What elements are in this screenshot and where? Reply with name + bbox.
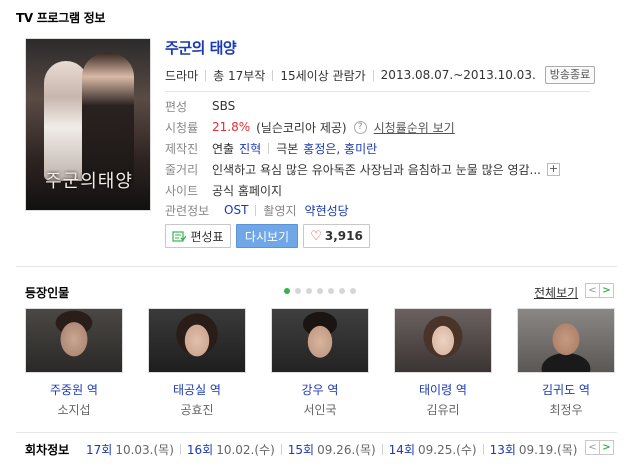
cast-section-title: 등장인물 [25,286,70,300]
row-related: 관련정보 OST 촬영지 약현성당 [165,202,349,219]
carousel-dot[interactable] [306,288,312,294]
carousel-dot[interactable] [295,288,301,294]
episode-link[interactable]: 17회 [86,441,112,458]
row-broadcaster: 편성 SBS [165,99,236,114]
actor-photo[interactable] [148,308,246,373]
expand-synopsis-button[interactable]: + [547,162,561,176]
program-meta: 드라마 총 17부작 15세이상 관람가 2013.08.07.~2013.10… [165,66,596,84]
help-icon[interactable]: ? [353,120,367,134]
section-title: TV 프로그램 정보 [16,11,106,25]
cast-pager: < > [585,283,614,298]
episode-pager: < > [585,440,614,455]
ost-link[interactable]: OST [224,203,248,217]
viewership-source: (닐슨코리아 제공) [256,120,347,135]
schedule-icon [172,231,187,242]
carousel-dot[interactable] [350,288,356,294]
episode-link[interactable]: 13회 [490,441,516,458]
location-link[interactable]: 약현성당 [305,202,349,219]
like-count: 3,916 [324,229,363,243]
episode-link[interactable]: 14회 [389,441,415,458]
actor-photo[interactable] [394,308,492,373]
view-all-cast-link[interactable]: 전체보기 [534,284,578,301]
actor-photo[interactable] [271,308,369,373]
divider [16,266,617,267]
divider [16,432,617,433]
carousel-dot[interactable] [317,288,323,294]
official-site-link[interactable]: 공식 홈페이지 [212,182,282,199]
row-production: 제작진 연출 진혁 극본 홍정은, 홍미란 [165,140,378,157]
actor-photo[interactable] [517,308,615,373]
episode-link[interactable]: 15회 [288,441,314,458]
cast-card[interactable]: 태공실 역 공효진 [148,308,246,418]
carousel-dot-active[interactable] [284,288,290,294]
episode-link[interactable]: 16회 [187,441,213,458]
broadcast-period: 2013.08.07.~2013.10.03. [380,68,536,82]
status-badge: 방송종료 [544,66,596,84]
viewership-rank-link[interactable]: 시청률순위 보기 [374,119,455,136]
age-rating: 15세이상 관람가 [280,68,366,83]
row-synopsis: 줄거리 인색하고 욕심 많은 유아독존 사장님과 음침하고 눈물 많은 영감..… [165,161,561,177]
cast-card[interactable]: 김귀도 역 최정우 [517,308,615,418]
cast-card[interactable]: 강우 역 서인국 [271,308,369,418]
episode-section-title: 회차정보 [25,443,70,457]
synopsis-text: 인색하고 욕심 많은 유아독존 사장님과 음침하고 눈물 많은 영감... [212,162,542,177]
replay-button[interactable]: 다시보기 [236,224,298,248]
divider [165,91,590,92]
program-title[interactable]: 주군의 태양 [165,37,237,58]
poster-title-art: 주군의태양 [45,171,133,192]
row-viewership: 시청률 21.8% (닐슨코리아 제공) ? 시청률순위 보기 [165,119,455,136]
carousel-dots [284,288,356,294]
carousel-dot[interactable] [328,288,334,294]
heart-icon: ♡ [310,228,322,244]
cast-prev-button[interactable]: < [585,283,600,298]
director-link[interactable]: 진혁 [239,140,261,157]
schedule-button[interactable]: 편성표 [165,224,231,248]
episode-count: 총 17부작 [213,68,266,83]
like-button[interactable]: ♡ 3,916 [303,224,370,248]
viewership-value: 21.8% [212,120,251,134]
cast-next-button[interactable]: > [599,283,614,298]
cast-card[interactable]: 주중원 역 소지섭 [25,308,123,418]
episode-list: 17회 10.03.(목) 16회 10.02.(수) 15회 09.26.(목… [86,441,578,458]
episode-next-button[interactable]: > [599,440,614,455]
cast-card[interactable]: 태이령 역 김유리 [394,308,492,418]
carousel-dot[interactable] [339,288,345,294]
row-site: 사이트 공식 홈페이지 [165,182,283,199]
writer-link[interactable]: 홍정은, 홍미란 [303,140,377,157]
program-poster[interactable]: 주군의태양 [25,38,151,211]
actor-photo[interactable] [25,308,123,373]
broadcaster-link[interactable]: SBS [212,99,235,113]
episode-prev-button[interactable]: < [585,440,600,455]
genre: 드라마 [165,68,199,83]
